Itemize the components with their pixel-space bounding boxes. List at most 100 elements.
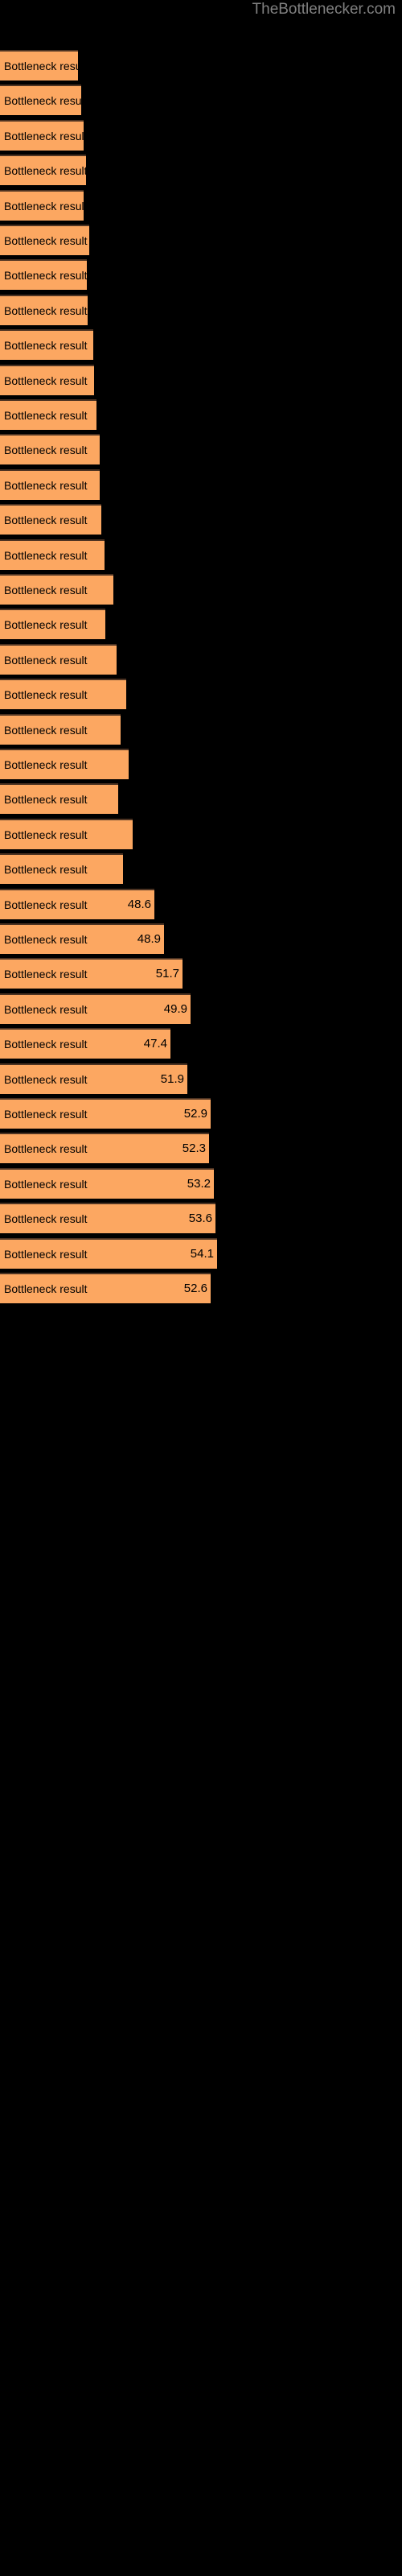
bar[interactable]: Bottleneck result — [0, 504, 101, 535]
bar-content: Bottleneck result 52.3 — [0, 1134, 209, 1163]
bar-content: Bottleneck result — [0, 296, 88, 325]
bar-content: Bottleneck result — [0, 261, 87, 290]
bar-label: Bottleneck result — [4, 618, 88, 632]
bar[interactable]: Bottleneck result 53.6 — [0, 1203, 215, 1234]
bar[interactable]: Bottleneck result 54.1 — [0, 1237, 217, 1269]
bar-content: Bottleneck result — [0, 331, 93, 360]
bar-content: Bottleneck result — [0, 541, 105, 570]
bar[interactable]: Bottleneck result — [0, 294, 88, 325]
bar-label: Bottleneck result — [4, 478, 88, 492]
bar-label: Bottleneck result — [4, 793, 88, 807]
bar[interactable]: Bottleneck result — [0, 609, 105, 640]
bar-content: Bottleneck result — [0, 122, 84, 151]
bar-content: Bottleneck result 54.1 — [0, 1240, 217, 1269]
bar-content: Bottleneck result — [0, 855, 123, 884]
bar[interactable]: Bottleneck result 51.9 — [0, 1063, 187, 1094]
bar-value: 52.3 — [182, 1141, 206, 1156]
bar-content: Bottleneck result — [0, 820, 133, 849]
bar[interactable]: Bottleneck result 53.2 — [0, 1167, 214, 1199]
bar-content: Bottleneck result — [0, 436, 100, 464]
bar-label: Bottleneck result — [4, 409, 88, 422]
bar-label: Bottleneck result — [4, 514, 88, 527]
bar-label: Bottleneck result — [4, 548, 88, 562]
bar-label: Bottleneck result — [4, 1247, 88, 1261]
bar[interactable]: Bottleneck result — [0, 364, 94, 395]
bar-content: Bottleneck result 48.6 — [0, 890, 154, 919]
bar-label: Bottleneck result — [4, 1282, 88, 1295]
bar[interactable]: Bottleneck result 48.9 — [0, 923, 164, 954]
bar[interactable]: Bottleneck result 49.9 — [0, 993, 191, 1024]
bar-label: Bottleneck result — [4, 933, 88, 946]
bar-value: 51.7 — [155, 967, 179, 981]
bar-label: Bottleneck result — [4, 1002, 88, 1016]
bar-label: Bottleneck result — [4, 723, 88, 737]
bar-value: 51.9 — [160, 1071, 184, 1086]
bar[interactable]: Bottleneck result 52.3 — [0, 1133, 209, 1164]
bar[interactable]: Bottleneck result — [0, 50, 78, 80]
bar[interactable]: Bottleneck result — [0, 783, 118, 815]
bar-label: Bottleneck result — [4, 688, 88, 702]
bar-label: Bottleneck result — [4, 444, 88, 457]
bar-label: Bottleneck result — [4, 339, 88, 353]
bar-label: Bottleneck result — [4, 60, 78, 72]
bar[interactable]: Bottleneck result — [0, 643, 117, 675]
bar-content: Bottleneck result — [0, 471, 100, 500]
bar-content: Bottleneck result — [0, 785, 118, 814]
bar[interactable]: Bottleneck result — [0, 434, 100, 465]
bar-content: Bottleneck result — [0, 646, 117, 675]
bottleneck-bar-chart: Bottleneck resultBottleneck resultBottle… — [0, 0, 402, 2576]
bar-content: Bottleneck result — [0, 506, 101, 535]
bar-content: Bottleneck result — [0, 156, 86, 185]
bar[interactable]: Bottleneck result — [0, 225, 89, 255]
bar-label: Bottleneck result — [4, 968, 88, 981]
bar-label: Bottleneck result — [4, 653, 88, 667]
bar-label: Bottleneck result — [4, 1212, 88, 1226]
bar[interactable]: Bottleneck result — [0, 399, 96, 430]
bar[interactable]: Bottleneck result — [0, 469, 100, 500]
bar[interactable]: Bottleneck result 47.4 — [0, 1028, 170, 1059]
bar-content: Bottleneck result 49.9 — [0, 995, 191, 1024]
bar-content: Bottleneck result — [0, 750, 129, 779]
bar[interactable]: Bottleneck result — [0, 189, 84, 221]
bar[interactable]: Bottleneck result 52.6 — [0, 1273, 211, 1303]
bar-content: Bottleneck result — [0, 680, 126, 709]
bar-value: 49.9 — [163, 1001, 187, 1016]
bar-label: Bottleneck result — [4, 94, 81, 108]
bar-content: Bottleneck result 47.4 — [0, 1030, 170, 1059]
bar[interactable]: Bottleneck result — [0, 119, 84, 151]
bar-label: Bottleneck result — [4, 1108, 88, 1121]
bar[interactable]: Bottleneck result — [0, 259, 87, 291]
bar-content: Bottleneck result — [0, 716, 121, 745]
bar-content: Bottleneck result 51.7 — [0, 960, 183, 989]
bar-content: Bottleneck result — [0, 226, 89, 255]
bar-label: Bottleneck result — [4, 164, 86, 178]
bar[interactable]: Bottleneck result — [0, 853, 123, 885]
bar-value: 52.9 — [183, 1107, 207, 1121]
bar[interactable]: Bottleneck result — [0, 329, 93, 361]
bar[interactable]: Bottleneck result 51.7 — [0, 958, 183, 989]
bar-label: Bottleneck result — [4, 303, 88, 317]
bar-label: Bottleneck result — [4, 234, 88, 247]
bar-label: Bottleneck result — [4, 1142, 88, 1156]
bar[interactable]: Bottleneck result — [0, 818, 133, 849]
bar[interactable]: Bottleneck result — [0, 574, 113, 605]
bar[interactable]: Bottleneck result — [0, 85, 81, 116]
bar-label: Bottleneck result — [4, 1072, 88, 1086]
bar-content: Bottleneck result 48.9 — [0, 925, 164, 954]
bar-content: Bottleneck result 53.2 — [0, 1170, 214, 1199]
bar-content: Bottleneck result — [0, 366, 94, 395]
bar[interactable]: Bottleneck result — [0, 749, 129, 779]
bar-label: Bottleneck result — [4, 863, 88, 877]
bar-value: 53.2 — [187, 1176, 211, 1191]
bar[interactable]: Bottleneck result — [0, 155, 86, 186]
bar[interactable]: Bottleneck result 52.9 — [0, 1098, 211, 1129]
bar[interactable]: Bottleneck result — [0, 679, 126, 710]
bar[interactable]: Bottleneck result — [0, 539, 105, 570]
bar-value: 48.9 — [137, 932, 161, 946]
bar-content: Bottleneck result — [0, 52, 78, 80]
bar-label: Bottleneck result — [4, 584, 88, 597]
bar-value: 53.6 — [188, 1212, 212, 1226]
bar-label: Bottleneck result — [4, 828, 88, 841]
bar[interactable]: Bottleneck result — [0, 713, 121, 745]
bar[interactable]: Bottleneck result 48.6 — [0, 888, 154, 919]
